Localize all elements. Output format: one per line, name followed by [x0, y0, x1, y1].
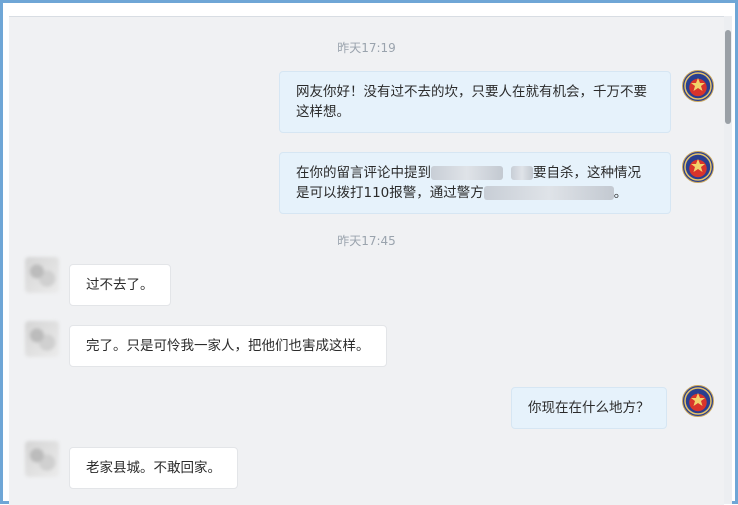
message-text: 要自杀，这种情况	[533, 165, 641, 181]
message-line: 是可以拨打110报警，通过警方 。	[296, 183, 654, 203]
redacted-text	[483, 186, 614, 200]
message-bubble-incoming[interactable]: 完了。只是可怜我一家人，把他们也害成这样。	[69, 325, 387, 367]
scrollbar[interactable]	[724, 16, 732, 504]
message-text: 在你的留言评论中提到	[296, 165, 431, 181]
message-bubble-incoming[interactable]: 老家县城。不敢回家。	[69, 447, 238, 489]
message-text: 。	[613, 185, 628, 201]
message-bubble-incoming[interactable]: 过不去了。	[69, 264, 171, 306]
message-text: 完了。只是可怜我一家人，把他们也害成这样。	[86, 338, 370, 354]
message-text: 老家县城。不敢回家。	[86, 460, 221, 476]
police-badge-icon[interactable]	[682, 385, 714, 417]
message-text: 过不去了。	[86, 277, 154, 293]
message-bubble-outgoing[interactable]: 你现在在什么地方？	[511, 387, 667, 429]
redacted-text	[431, 166, 503, 180]
blurred-user-avatar[interactable]	[25, 257, 59, 293]
message-text: 是可以拨打110报警，通过警方	[296, 185, 484, 201]
message-text: 你现在在什么地方？	[528, 400, 650, 416]
message-line: 在你的留言评论中提到 要自杀，这种情况	[296, 163, 654, 183]
police-badge-icon[interactable]	[682, 151, 714, 183]
police-badge-icon[interactable]	[682, 70, 714, 102]
message-bubble-outgoing[interactable]: 在你的留言评论中提到 要自杀，这种情况 是可以拨打110报警，通过警方 。	[279, 152, 671, 214]
chat-area: 昨天17:19 网友你好！没有过不去的坎，只要人在就有机会，千万不要这样想。 在…	[9, 16, 724, 505]
message-text: 网友你好！没有过不去的坎，只要人在就有机会，千万不要这样想。	[296, 84, 647, 120]
blurred-user-avatar[interactable]	[25, 441, 59, 477]
redacted-text	[511, 166, 533, 180]
blurred-user-avatar[interactable]	[25, 321, 59, 357]
timestamp: 昨天17:19	[337, 41, 396, 55]
scrollbar-thumb[interactable]	[725, 30, 731, 124]
timestamp: 昨天17:45	[337, 234, 396, 248]
message-bubble-outgoing[interactable]: 网友你好！没有过不去的坎，只要人在就有机会，千万不要这样想。	[279, 71, 671, 133]
